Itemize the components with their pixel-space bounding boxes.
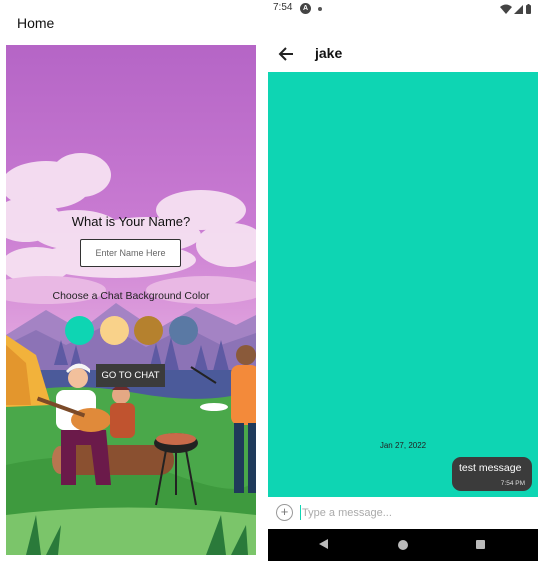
color-swatch-blue[interactable] (169, 316, 198, 345)
signal-icon (514, 5, 523, 14)
notification-badge-icon: A (300, 3, 311, 14)
notification-dot-icon (318, 7, 322, 11)
message-time: 7:54 PM (500, 480, 525, 487)
android-nav-bar (268, 529, 538, 561)
add-attachment-icon[interactable]: + (276, 504, 293, 521)
recents-nav-icon[interactable] (476, 540, 485, 549)
name-prompt-label: What is Your Name? (71, 214, 191, 229)
message-input[interactable] (302, 503, 522, 523)
name-input[interactable] (80, 239, 181, 267)
status-bar: 7:54 A (268, 0, 538, 18)
wifi-icon (500, 4, 512, 14)
color-swatch-brown[interactable] (134, 316, 163, 345)
chat-messages-area[interactable]: Jan 27, 2022 test message 7:54 PM (268, 72, 538, 497)
chat-app-bar: jake (268, 38, 538, 70)
color-swatch-peach[interactable] (100, 316, 129, 345)
message-text: test message (459, 462, 522, 474)
back-arrow-icon[interactable] (276, 44, 296, 64)
start-screen-panel: What is Your Name? Choose a Chat Backgro… (6, 45, 256, 555)
battery-icon (526, 4, 531, 14)
color-swatch-teal[interactable] (65, 316, 94, 345)
message-bubble[interactable]: test message 7:54 PM (452, 457, 532, 491)
back-nav-icon[interactable] (319, 539, 328, 549)
screenshot-root: Home What is Your Name? Enter Name Here … (0, 0, 548, 568)
message-composer: + (268, 500, 538, 526)
color-prompt-label: Choose a Chat Background Color (52, 290, 210, 302)
status-time: 7:54 (273, 2, 293, 13)
date-separator: Jan 27, 2022 (379, 441, 427, 450)
go-to-chat-button[interactable]: GO TO CHAT (96, 364, 165, 387)
text-caret (300, 505, 301, 520)
chat-title: jake (315, 45, 343, 61)
system-status-icons (500, 4, 531, 14)
home-nav-icon[interactable] (398, 540, 408, 550)
home-page-title: Home (17, 15, 55, 31)
